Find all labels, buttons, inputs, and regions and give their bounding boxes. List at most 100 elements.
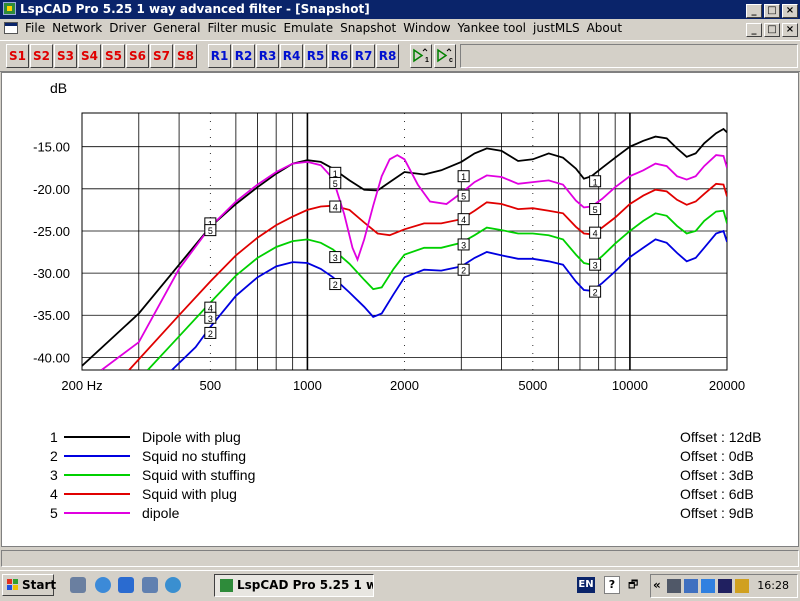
tray-monitor-icon[interactable] — [667, 579, 681, 593]
legend-name: Dipole with plug — [142, 429, 241, 445]
document-window-controls: _ □ × — [744, 21, 798, 37]
menu-item-justmls[interactable]: justMLS — [533, 19, 587, 38]
snapshot-recall-button-6[interactable]: R6 — [328, 44, 351, 68]
legend-number: 3 — [50, 467, 58, 483]
start-button[interactable]: Start — [2, 574, 56, 596]
legend-offset: Offset : 6dB — [680, 486, 754, 502]
curve-marker-5: 5 — [204, 224, 217, 237]
tray-app-icon[interactable] — [718, 579, 732, 593]
curve-marker-4: 4 — [589, 226, 602, 239]
doc-close-button[interactable]: × — [782, 23, 798, 37]
snapshot-store-button-1[interactable]: S1 — [6, 44, 29, 68]
menu-item-yankee-tool[interactable]: Yankee tool — [458, 19, 533, 38]
snapshot-store-button-2[interactable]: S2 — [30, 44, 53, 68]
legend-number: 1 — [50, 429, 58, 445]
legend-name: dipole — [142, 505, 180, 521]
curve-marker-label: 5 — [461, 192, 466, 202]
curve-marker-3: 3 — [204, 311, 217, 324]
curve-marker-2: 2 — [457, 263, 470, 276]
lspcad-app-icon — [220, 579, 233, 592]
tray-volume-icon[interactable] — [701, 579, 715, 593]
menu-item-general[interactable]: General — [153, 19, 207, 38]
snapshot-recall-button-3[interactable]: R3 — [256, 44, 279, 68]
menu-list: File Network Driver General Filter music Emul… — [25, 19, 629, 38]
snapshot-store-button-8[interactable]: S8 — [174, 44, 197, 68]
maximize-button[interactable]: □ — [764, 4, 780, 18]
x-tick-label: 10000 — [612, 378, 648, 393]
curve-marker-label: 5 — [593, 205, 598, 215]
curve-marker-label: 5 — [333, 179, 338, 189]
windows-logo-icon — [7, 579, 18, 590]
close-button[interactable]: × — [782, 4, 798, 18]
curve-marker-5: 5 — [329, 176, 342, 189]
show-desktop-icon[interactable] — [70, 577, 86, 593]
curve-marker-5: 5 — [589, 203, 602, 216]
curve-marker-4: 4 — [329, 200, 342, 213]
restore-tray-icon[interactable]: 🗗 — [628, 576, 638, 595]
snapshot-recall-button-8[interactable]: R8 — [376, 44, 399, 68]
curve-marker-5: 5 — [457, 189, 470, 202]
outlook-express-icon[interactable] — [95, 577, 111, 593]
menu-bar: File Network Driver General Filter music Emul… — [0, 19, 800, 38]
menu-item-about[interactable]: About — [587, 19, 629, 38]
x-tick-label: 1000 — [293, 378, 322, 393]
menu-item-driver[interactable]: Driver — [109, 19, 153, 38]
internet-explorer-icon[interactable] — [118, 577, 134, 593]
frequency-response-chart: dB -15.00 -20.00 -25.00 -30.00 -35.00 -40.00 20… — [33, 80, 761, 521]
snapshot-store-button-6[interactable]: S6 — [126, 44, 149, 68]
doc-minimize-button[interactable]: _ — [746, 23, 762, 37]
menu-item-window[interactable]: Window — [403, 19, 457, 38]
curve-marker-1: 1 — [589, 175, 602, 188]
menu-item-snapshot[interactable]: Snapshot — [340, 19, 403, 38]
legend-number: 5 — [50, 505, 58, 521]
media-player-icon[interactable] — [165, 577, 181, 593]
help-icon[interactable]: ? — [604, 576, 620, 594]
curve-marker-label: 3 — [593, 261, 598, 271]
explorer-icon[interactable] — [142, 577, 158, 593]
language-indicator[interactable]: EN — [577, 577, 595, 593]
curve-marker-label: 4 — [333, 203, 338, 213]
toolbar-empty-area — [460, 44, 798, 68]
tray-utility-icon[interactable] — [735, 579, 749, 593]
snapshot-recall-button-1[interactable]: R1 — [208, 44, 231, 68]
menu-item-emulate[interactable]: Emulate — [283, 19, 340, 38]
title-bar: LspCAD Pro 5.25 1 way advanced filter - … — [0, 0, 800, 19]
snapshot-store-button-7[interactable]: S7 — [150, 44, 173, 68]
menu-item-filter-music[interactable]: Filter music — [207, 19, 283, 38]
tool-sim-button-1[interactable]: 1 — [410, 44, 432, 68]
y-tick-label: -35.00 — [33, 308, 70, 323]
sim-icon-c: c — [437, 48, 453, 64]
doc-restore-button[interactable]: □ — [764, 23, 780, 37]
snapshot-recall-button-5[interactable]: R5 — [304, 44, 327, 68]
x-tick-label: 2000 — [390, 378, 419, 393]
sim-icon-1: 1 — [413, 48, 429, 64]
taskbar-button-lspcad[interactable]: LspCAD Pro 5.25 1 wa... — [214, 574, 374, 597]
document-menu-icon[interactable] — [4, 22, 18, 34]
svg-text:1: 1 — [425, 57, 429, 64]
toolbar: 1 c S1 S2 S3 S4 S5 S6 S7 S8 R1 R2 R3 R4 R5 R6 R7 R8 — [0, 40, 800, 72]
y-tick-label: -25.00 — [33, 224, 70, 239]
snapshot-store-button-4[interactable]: S4 — [78, 44, 101, 68]
legend-offset: Offset : 0dB — [680, 448, 754, 464]
legend-name: Squid with plug — [142, 486, 237, 502]
snapshot-recall-button-4[interactable]: R4 — [280, 44, 303, 68]
minimize-button[interactable]: _ — [746, 4, 762, 18]
window-controls: _ □ × — [744, 2, 798, 18]
snapshot-store-button-3[interactable]: S3 — [54, 44, 77, 68]
curve-marker-3: 3 — [589, 258, 602, 271]
menu-item-network[interactable]: Network — [52, 19, 109, 38]
tool-sim-button-c[interactable]: c — [434, 44, 456, 68]
legend-name: Squid no stuffing — [142, 448, 246, 464]
snapshot-recall-button-2[interactable]: R2 — [232, 44, 255, 68]
curve-marker-1: 1 — [457, 170, 470, 183]
snapshot-recall-button-7[interactable]: R7 — [352, 44, 375, 68]
clock: 16:28 — [757, 579, 789, 592]
tray-network-icon[interactable] — [684, 579, 698, 593]
menu-item-file[interactable]: File — [25, 19, 52, 38]
curve-marker-label: 4 — [461, 215, 466, 225]
curve-marker-label: 1 — [461, 172, 466, 182]
legend-offset: Offset : 12dB — [680, 429, 761, 445]
tray-expand-icon[interactable]: « — [653, 578, 661, 592]
snapshot-store-button-5[interactable]: S5 — [102, 44, 125, 68]
app-icon[interactable] — [3, 2, 16, 15]
